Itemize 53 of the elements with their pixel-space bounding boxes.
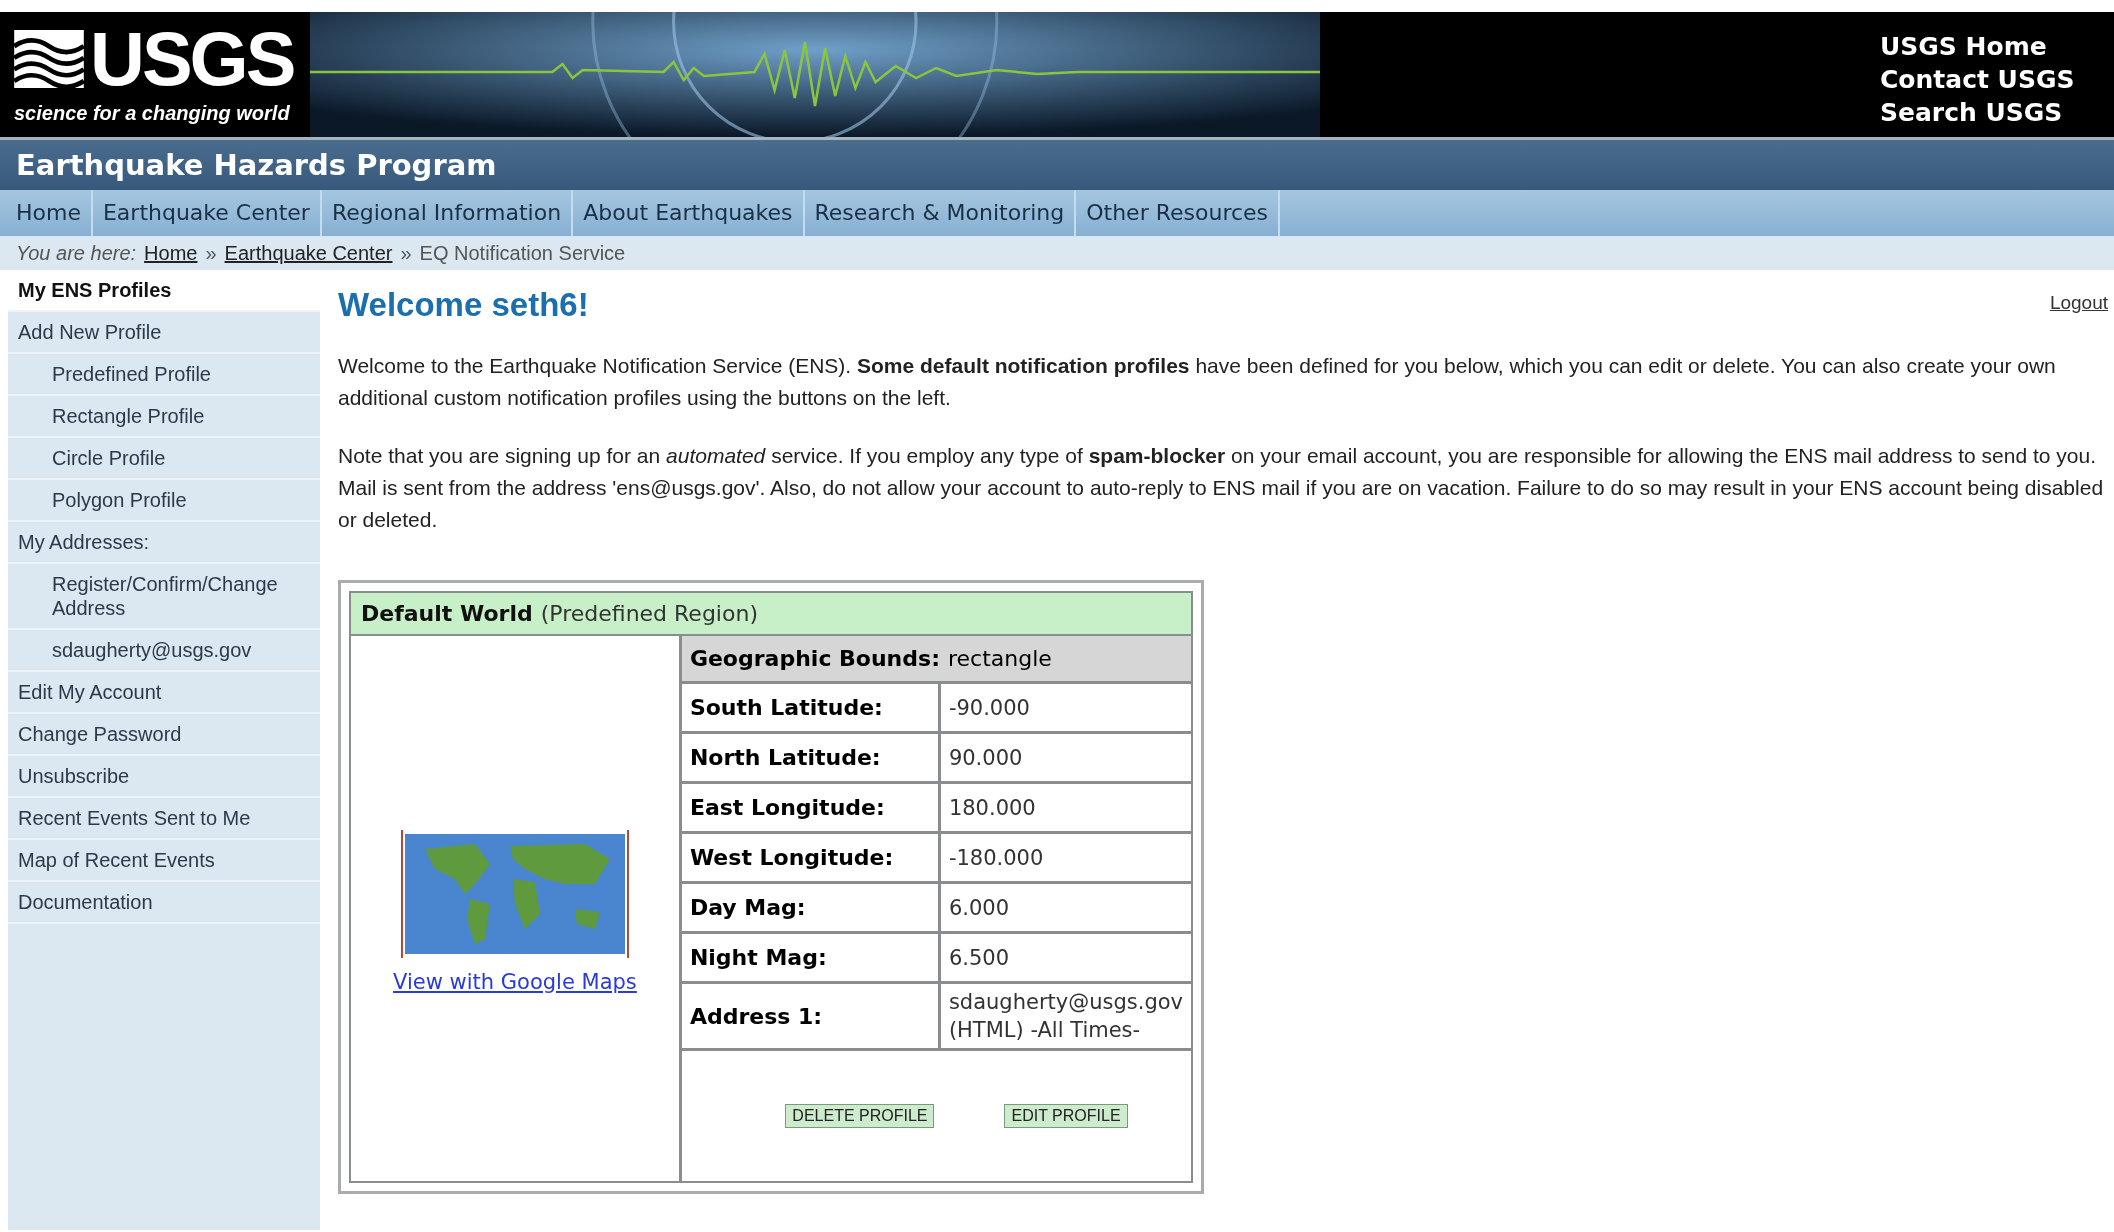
sidebar-subitem[interactable]: Register/Confirm/Change Address (8, 564, 320, 630)
google-maps-link[interactable]: View with Google Maps (393, 969, 637, 994)
sidebar-item[interactable]: Map of Recent Events (8, 840, 320, 882)
logout-link[interactable]: Logout (2049, 292, 2108, 314)
field-value-cell-text: -90.000 (947, 694, 1031, 722)
logo-text: USGS (90, 18, 294, 100)
breadcrumb-link[interactable]: Earthquake Center (224, 241, 393, 265)
field-label-cell: Day Mag: (681, 884, 941, 931)
field-value-cell-text: 6.000 (947, 894, 1010, 922)
field-value-cell-text: -180.000 (947, 844, 1045, 872)
sidebar-subitem[interactable]: sdaugherty@usgs.gov (8, 630, 320, 672)
profile-button[interactable]: DELETE PROFILE (785, 1104, 935, 1128)
breadcrumb-label: You are here: (16, 241, 137, 265)
sidebar-item[interactable]: My Addresses: (8, 522, 320, 564)
breadcrumb-separator: » (205, 241, 217, 265)
field-value-cell-text: 90.000 (947, 744, 1024, 772)
field-value-cell-text: sdaugherty@usgs.gov (HTML) -All Times- (947, 989, 1184, 1044)
profile-type: (Predefined Region) (540, 601, 758, 626)
sidebar-item[interactable]: Add New Profile (8, 312, 320, 354)
field-value-cell-text: 180.000 (947, 794, 1037, 822)
sidebar-item[interactable]: Documentation (8, 882, 320, 924)
header-link[interactable]: USGS Home (1880, 30, 2114, 63)
sidebar-item[interactable]: Unsubscribe (8, 756, 320, 798)
breadcrumb-current: EQ Notification Service (419, 241, 626, 265)
sidebar-item[interactable]: Recent Events Sent to Me (8, 798, 320, 840)
sidebar-subitem[interactable]: Rectangle Profile (8, 396, 320, 438)
sidebar-item[interactable]: My ENS Profiles (8, 270, 320, 312)
program-title: Earthquake Hazards Program (16, 148, 497, 182)
welcome-heading: Welcome seth6! (338, 286, 589, 324)
intro-paragraph: Note that you are signing up for an automated service. If you employ any type of spam-blocker on your email account, you are responsible for allowing the ENS mail address to send to you. Mail is sent from the address 'ens@usgs.gov'. Also, do not allow your account to auto-reply to ENS mail if you are on vacation. Failure to do so may result in your ENS account being disabled or deleted. (338, 443, 2105, 533)
field-value-cell-text: 6.500 (947, 944, 1010, 972)
sidebar-subitem[interactable]: Predefined Profile (8, 354, 320, 396)
sidebar-subitem[interactable]: Circle Profile (8, 438, 320, 480)
wave-logo-icon (14, 30, 84, 88)
field-label-cell: East Longitude: (681, 784, 941, 831)
bounds-value: rectangle (947, 646, 1052, 671)
profile-name: Default World (361, 601, 533, 626)
profile-button[interactable]: EDIT PROFILE (1004, 1104, 1128, 1128)
logo-tagline: science for a changing world (14, 102, 291, 125)
breadcrumb-separator: » (400, 241, 412, 265)
bounds-label: Geographic Bounds: (689, 646, 940, 671)
sidebar-item[interactable]: Change Password (8, 714, 320, 756)
field-label-cell: Address 1: (681, 984, 941, 1048)
breadcrumb-link[interactable]: Home (144, 241, 198, 265)
field-label-cell: West Longitude: (681, 834, 941, 881)
header-link[interactable]: Contact USGS (1880, 63, 2114, 96)
sidebar-item[interactable]: Edit My Account (8, 672, 320, 714)
header-link[interactable]: Search USGS (1880, 96, 2114, 129)
sidebar-subitem[interactable]: Polygon Profile (8, 480, 320, 522)
field-label-cell: Night Mag: (681, 934, 941, 981)
field-label-cell: North Latitude: (681, 734, 941, 781)
field-label-cell: South Latitude: (681, 684, 941, 731)
intro-paragraph: Welcome to the Earthquake Notification Service (ENS). Some default notification profiles have been defined for you below, which you can edit or delete. You can also create your own additional custom notification profiles using the buttons on the left. (338, 353, 2057, 411)
